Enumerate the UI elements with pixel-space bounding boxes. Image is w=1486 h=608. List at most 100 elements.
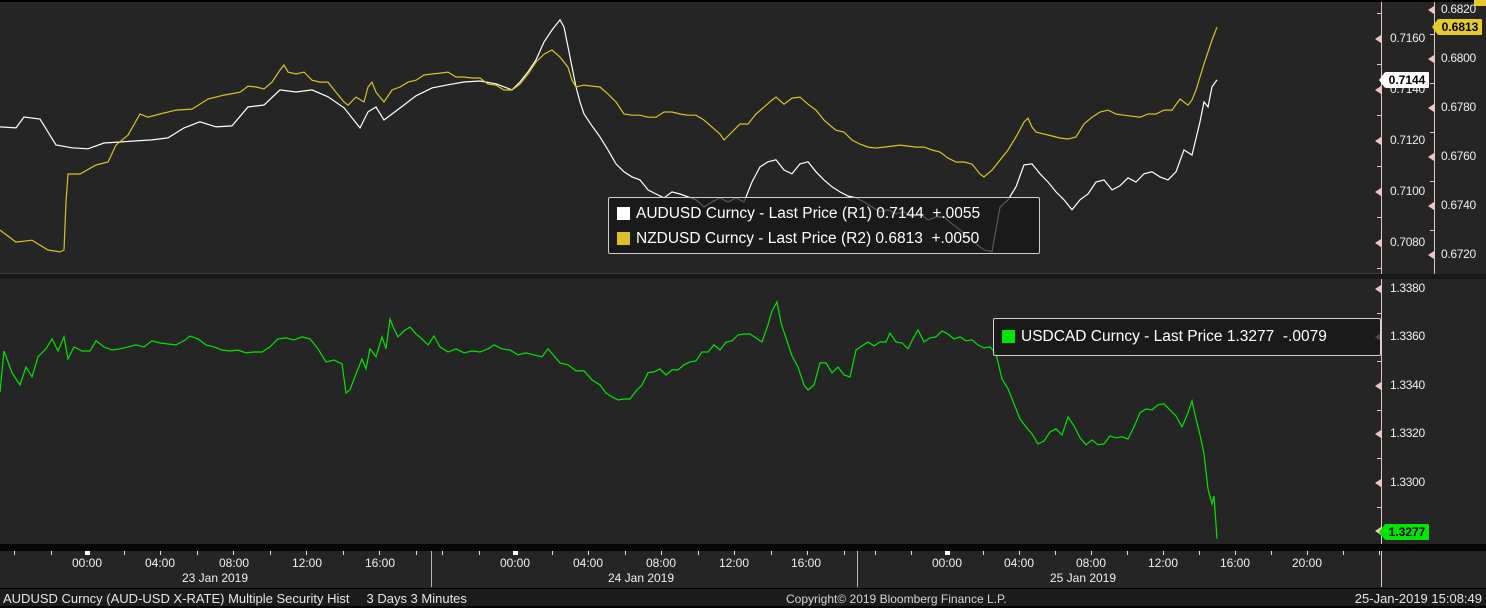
y-axis-line-r2 xyxy=(1434,2,1435,274)
usdcad-color-swatch xyxy=(1002,330,1015,343)
midnight-marker xyxy=(85,551,90,555)
y-axis-label: 1.3360 xyxy=(1390,329,1425,344)
date-label: 25 Jan 2019 xyxy=(1049,571,1117,585)
time-label: 20:00 xyxy=(1291,556,1323,570)
y-axis-label: 1.3340 xyxy=(1390,377,1425,392)
bloomberg-chart-window: 0.7160 0.7140 0.7120 0.7100 0.7080 0.6820 0.68… xyxy=(0,0,1486,608)
legend-row-nzdusd[interactable]: NZDUSD Curncy - Last Price (R2) 0.6813 +… xyxy=(617,226,1031,251)
status-datetime: 25-Jan-2019 15:08:49 xyxy=(1354,591,1482,606)
x-axis-tick xyxy=(1163,551,1164,555)
time-label: 04:00 xyxy=(572,556,604,570)
y-axis-minor-tick xyxy=(1377,506,1381,508)
time-label: 04:00 xyxy=(144,556,176,570)
x-axis-tick xyxy=(588,551,589,555)
y-axis-tick xyxy=(1428,153,1434,162)
y-axis-minor-tick xyxy=(1377,458,1381,460)
y-axis-tick xyxy=(1375,34,1381,43)
y-axis-tick xyxy=(1375,284,1381,293)
top-panel-price-axis[interactable]: 0.7160 0.7140 0.7120 0.7100 0.7080 0.6820 0.68… xyxy=(1375,2,1486,274)
x-axis-tick xyxy=(270,551,271,555)
y-axis-minor-tick xyxy=(1377,12,1381,14)
midnight-marker xyxy=(945,551,950,555)
x-axis-tick xyxy=(197,551,198,555)
y-axis-tick xyxy=(1375,136,1381,145)
axis-separator-band xyxy=(0,544,1486,551)
x-axis-tick xyxy=(1019,551,1020,555)
x-axis-tick xyxy=(1235,551,1236,555)
time-label: 16:00 xyxy=(790,556,822,570)
time-label: 16:00 xyxy=(1219,556,1251,570)
x-axis-tick xyxy=(552,551,553,555)
y-axis-minor-tick xyxy=(1377,114,1381,116)
y-axis-minor-tick xyxy=(1377,216,1381,218)
y-axis-label: 0.6780 xyxy=(1441,100,1476,115)
x-axis-tick xyxy=(416,551,417,555)
nzdusd-color-swatch xyxy=(617,232,630,245)
x-axis-tick xyxy=(442,551,443,555)
x-axis-tick xyxy=(233,551,234,555)
y-axis-label: 0.7120 xyxy=(1390,132,1425,147)
y-axis-tick xyxy=(1428,202,1434,211)
time-label: 00:00 xyxy=(499,556,531,570)
y-axis-label: 0.7080 xyxy=(1390,234,1425,249)
x-axis-tick xyxy=(379,551,380,555)
bottom-panel-legend[interactable]: USDCAD Curncy - Last Price 1.3277 -.0079 xyxy=(993,318,1381,356)
x-axis-tick xyxy=(875,551,876,555)
time-axis[interactable]: 00:00 04:00 08:00 12:00 16:00 23 Jan 2019 00:0… xyxy=(0,551,1486,588)
y-axis-tick xyxy=(1375,430,1381,439)
status-range: 3 Days 3 Minutes xyxy=(366,591,467,606)
legend-label-usdcad: USDCAD Curncy - Last Price 1.3277 -.0079 xyxy=(1021,327,1327,345)
y-axis-tick xyxy=(1428,6,1434,15)
x-axis-tick xyxy=(771,551,772,555)
status-bar: AUDUSD Curncy (AUD-USD X-RATE) Multiple … xyxy=(0,588,1486,607)
y-axis-minor-tick xyxy=(1430,181,1434,183)
legend-label-audusd: AUDUSD Curncy - Last Price (R1) 0.7144 +… xyxy=(636,204,981,222)
y-axis-tick xyxy=(1375,238,1381,247)
copyright-text: Copyright© 2019 Bloomberg Finance L.P. xyxy=(786,592,1007,606)
x-axis-tick xyxy=(1379,551,1380,555)
time-label: 16:00 xyxy=(364,556,396,570)
x-axis-tick xyxy=(807,551,808,555)
y-axis-tick xyxy=(1428,104,1434,113)
x-axis-tick xyxy=(698,551,699,555)
y-axis-minor-tick xyxy=(1377,361,1381,363)
x-axis-tick xyxy=(734,551,735,555)
x-axis-tick xyxy=(661,551,662,555)
x-axis-tick xyxy=(343,551,344,555)
y-axis-minor-tick xyxy=(1377,63,1381,65)
y-axis-minor-tick xyxy=(1430,83,1434,85)
x-axis-tick xyxy=(844,551,845,555)
price-tag-1.3277: 1.3277 xyxy=(1385,524,1429,540)
x-axis-tick xyxy=(479,551,480,555)
time-label: 04:00 xyxy=(1003,556,1035,570)
y-axis-minor-tick xyxy=(1377,409,1381,411)
x-axis-tick xyxy=(625,551,626,555)
y-axis-tick xyxy=(1375,478,1381,487)
y-axis-minor-tick xyxy=(1430,132,1434,134)
status-security-info: AUDUSD Curncy (AUD-USD X-RATE) Multiple … xyxy=(3,591,467,606)
legend-row-audusd[interactable]: AUDUSD Curncy - Last Price (R1) 0.7144 +… xyxy=(617,201,1031,226)
x-axis-tick xyxy=(1271,551,1272,555)
date-label: 23 Jan 2019 xyxy=(181,571,249,585)
x-axis-tick xyxy=(124,551,125,555)
top-panel-legend[interactable]: AUDUSD Curncy - Last Price (R1) 0.7144 +… xyxy=(608,197,1040,254)
bottom-panel-price-axis[interactable]: 1.33801.33601.33401.33201.33001.32801.32… xyxy=(1375,279,1486,544)
y-axis-minor-tick xyxy=(1377,267,1381,269)
x-axis-tick xyxy=(1127,551,1128,555)
day-separator xyxy=(431,551,432,587)
x-axis-tick xyxy=(14,551,15,555)
audusd-color-swatch xyxy=(617,207,630,220)
status-security-title: AUDUSD Curncy (AUD-USD X-RATE) Multiple … xyxy=(3,591,350,606)
y-axis-line-y xyxy=(1381,279,1382,544)
x-axis-tick xyxy=(51,551,52,555)
y-axis-label: 1.3300 xyxy=(1390,474,1425,489)
time-label: 12:00 xyxy=(291,556,323,570)
legend-row-usdcad[interactable]: USDCAD Curncy - Last Price 1.3277 -.0079 xyxy=(1002,322,1372,351)
plot-right-boundary xyxy=(1381,551,1382,587)
y-axis-tick xyxy=(1428,55,1434,64)
time-label: 12:00 xyxy=(1147,556,1179,570)
y-axis-label: 0.6820 xyxy=(1441,2,1476,17)
x-axis-tick xyxy=(983,551,984,555)
legend-label-nzdusd: NZDUSD Curncy - Last Price (R2) 0.6813 +… xyxy=(636,229,980,247)
y-axis-label: 1.3380 xyxy=(1390,280,1425,295)
